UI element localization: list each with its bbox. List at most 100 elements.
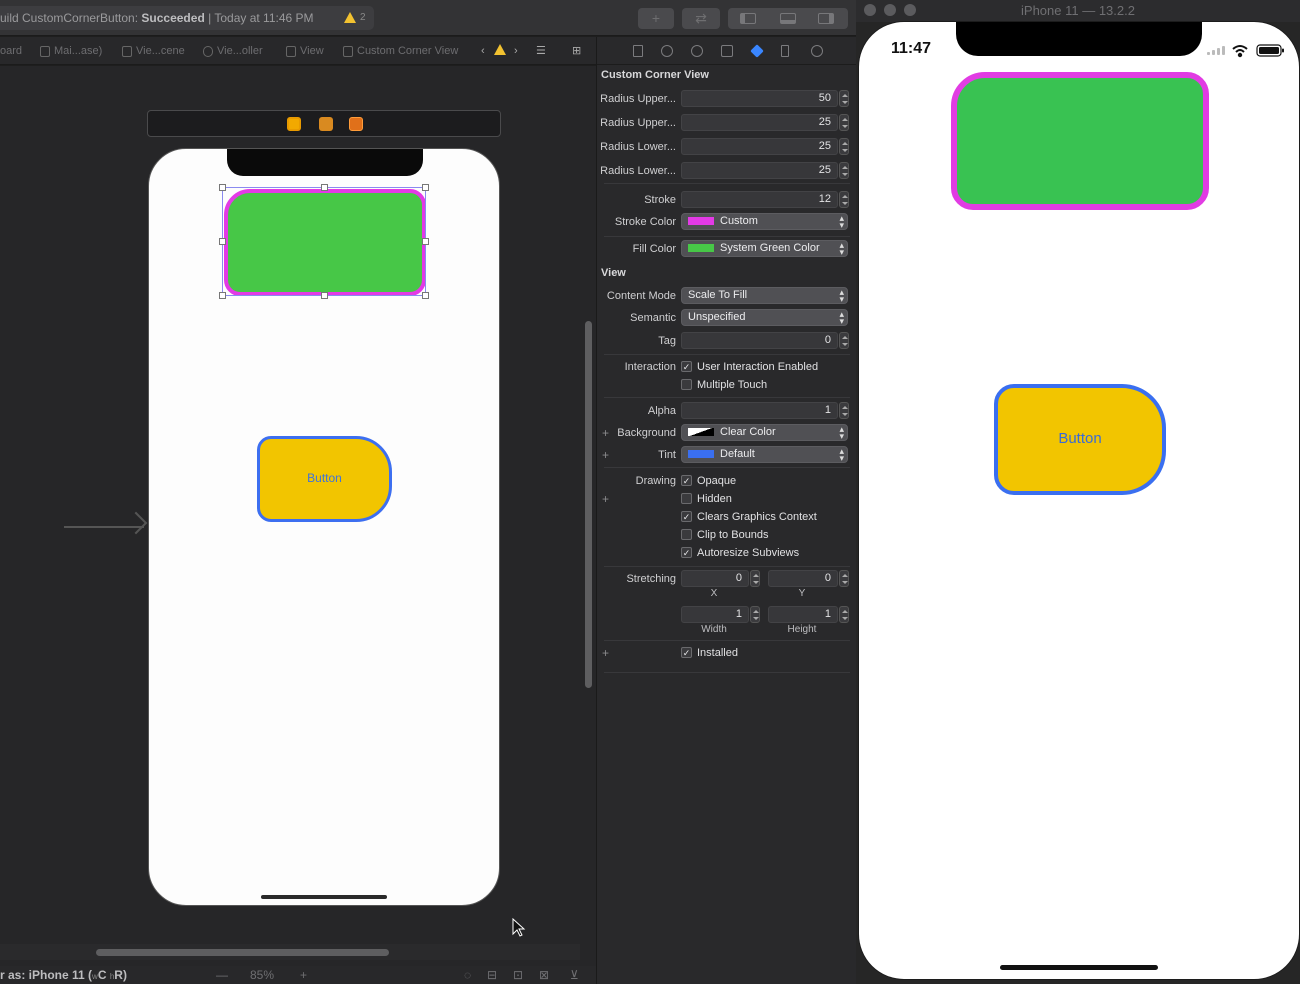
size-inspector-icon[interactable] — [781, 45, 789, 57]
sim-custom-button[interactable]: Button — [994, 384, 1166, 495]
radius-upper-right-label: Radius Upper... — [600, 117, 676, 129]
multiple-touch-checkbox[interactable] — [681, 379, 692, 390]
add-variation-icon[interactable]: + — [602, 492, 609, 506]
zoom-out-icon[interactable]: — — [216, 966, 228, 984]
stretch-y-field[interactable]: 0 — [768, 570, 838, 587]
align-icon[interactable]: ⊡ — [513, 966, 523, 984]
background-popup[interactable]: Clear Color ▴ ▾ — [681, 424, 848, 441]
horizontal-scrollbar[interactable] — [0, 944, 580, 960]
history-inspector-icon[interactable] — [661, 45, 673, 57]
semantic-popup[interactable]: Unspecified ▴ ▾ — [681, 309, 848, 326]
radius-lower-left-stepper[interactable] — [839, 138, 849, 155]
fill-color-swatch — [688, 244, 714, 253]
stretch-y-stepper[interactable] — [839, 570, 849, 587]
stretch-height-stepper[interactable] — [839, 606, 849, 623]
radius-lower-right-stepper[interactable] — [839, 162, 849, 179]
navigator-toggle-icon[interactable] — [740, 13, 756, 24]
tint-popup[interactable]: Default ▴ ▾ — [681, 446, 848, 463]
sim-home-indicator[interactable] — [1000, 965, 1158, 970]
zoom-in-icon[interactable]: + — [300, 966, 307, 984]
exit-icon[interactable] — [349, 117, 363, 131]
clip-to-bounds-checkbox[interactable] — [681, 529, 692, 540]
resize-handle[interactable] — [321, 292, 328, 299]
size-class-c: C — [97, 968, 110, 982]
add-constraints-icon[interactable]: ⊠ — [539, 966, 549, 984]
installed-checkbox[interactable]: ✓ — [681, 647, 692, 658]
divider — [604, 183, 850, 184]
resize-handle[interactable] — [422, 184, 429, 191]
identity-inspector-icon[interactable] — [721, 45, 733, 57]
close-window-button[interactable] — [864, 4, 876, 16]
autoresize-checkbox[interactable]: ✓ — [681, 547, 692, 558]
radius-lower-left-field[interactable]: 25 — [681, 138, 838, 155]
minimize-window-button[interactable] — [884, 4, 896, 16]
quick-help-icon[interactable] — [691, 45, 703, 57]
connections-inspector-icon[interactable] — [811, 45, 823, 57]
alpha-stepper[interactable] — [839, 402, 849, 419]
chevron-right-icon[interactable]: › — [514, 37, 518, 64]
resize-handle[interactable] — [422, 238, 429, 245]
tag-stepper[interactable] — [839, 332, 849, 349]
vertical-scrollbar[interactable] — [585, 321, 592, 688]
library-button[interactable]: + — [638, 8, 674, 29]
add-variation-icon[interactable]: + — [602, 646, 609, 660]
fill-color-popup[interactable]: System Green Color ▴ ▾ — [681, 240, 848, 257]
horizontal-scroll-thumb[interactable] — [96, 949, 389, 956]
view-section-title: View — [601, 267, 626, 279]
jump-segment-main[interactable]: Mai...ase) — [40, 37, 102, 64]
jump-segment-view[interactable]: View — [286, 37, 324, 64]
jump-segment-custom-view[interactable]: Custom Corner View — [343, 37, 458, 64]
jump-segment-scene[interactable]: Vie...cene — [122, 37, 185, 64]
stretch-width-field[interactable]: 1 — [681, 606, 749, 623]
resolve-issues-icon[interactable]: ⊻ — [570, 966, 579, 984]
debug-area-toggle-icon[interactable] — [780, 13, 796, 24]
stroke-stepper[interactable] — [839, 191, 849, 208]
radius-upper-right-stepper[interactable] — [839, 114, 849, 131]
resize-handle[interactable] — [219, 292, 226, 299]
update-frames-icon[interactable]: ◌ — [464, 966, 471, 984]
opaque-checkbox[interactable]: ✓ — [681, 475, 692, 486]
controller-icon — [203, 45, 213, 57]
content-mode-popup[interactable]: Scale To Fill ▴ ▾ — [681, 287, 848, 304]
stretch-x-stepper[interactable] — [750, 570, 760, 587]
first-responder-icon[interactable] — [319, 117, 333, 131]
chevron-left-icon[interactable]: ‹ — [481, 37, 485, 64]
related-items-icon[interactable]: ☰ — [536, 37, 546, 64]
jump-segment-storyboard[interactable]: oard — [0, 37, 22, 64]
ib-custom-button[interactable]: Button — [257, 436, 392, 522]
view-controller-icon[interactable] — [287, 117, 301, 131]
file-inspector-icon[interactable] — [633, 45, 643, 57]
alpha-field[interactable]: 1 — [681, 402, 838, 419]
resize-handle[interactable] — [422, 292, 429, 299]
selection-outline — [222, 187, 426, 296]
storyboard-canvas[interactable]: Button — [0, 66, 596, 966]
clears-graphics-label: Clears Graphics Context — [697, 511, 817, 523]
embed-in-icon[interactable]: ⊟ — [487, 966, 497, 984]
radius-lower-right-field[interactable]: 25 — [681, 162, 838, 179]
clears-graphics-checkbox[interactable]: ✓ — [681, 511, 692, 522]
warning-icon[interactable] — [344, 12, 356, 23]
radius-upper-left-field[interactable]: 50 — [681, 90, 838, 107]
stretch-x-label: X — [710, 588, 718, 599]
jump-segment-controller[interactable]: Vie...oller — [203, 37, 263, 64]
resize-handle[interactable] — [321, 184, 328, 191]
warning-icon[interactable] — [494, 44, 506, 55]
tag-field[interactable]: 0 — [681, 332, 838, 349]
hidden-checkbox[interactable] — [681, 493, 692, 504]
stretch-width-stepper[interactable] — [750, 606, 760, 623]
zoom-window-button[interactable] — [904, 4, 916, 16]
radius-upper-right-field[interactable]: 25 — [681, 114, 838, 131]
view-as-selector[interactable]: r as: iPhone 11 (wC hR) — [0, 966, 127, 984]
code-review-button[interactable]: ⇄ — [682, 8, 720, 29]
inspector-toggle-icon[interactable] — [818, 13, 834, 24]
stretch-height-field[interactable]: 1 — [768, 606, 838, 623]
stroke-color-popup[interactable]: Custom ▴ ▾ — [681, 213, 848, 230]
resize-handle[interactable] — [219, 238, 226, 245]
radius-upper-left-stepper[interactable] — [839, 90, 849, 107]
stroke-field[interactable]: 12 — [681, 191, 838, 208]
stretch-x-field[interactable]: 0 — [681, 570, 749, 587]
add-editor-icon[interactable]: ⊞ — [572, 37, 581, 64]
resize-handle[interactable] — [219, 184, 226, 191]
attributes-inspector-icon[interactable] — [750, 44, 764, 58]
user-interaction-checkbox[interactable]: ✓ — [681, 361, 692, 372]
